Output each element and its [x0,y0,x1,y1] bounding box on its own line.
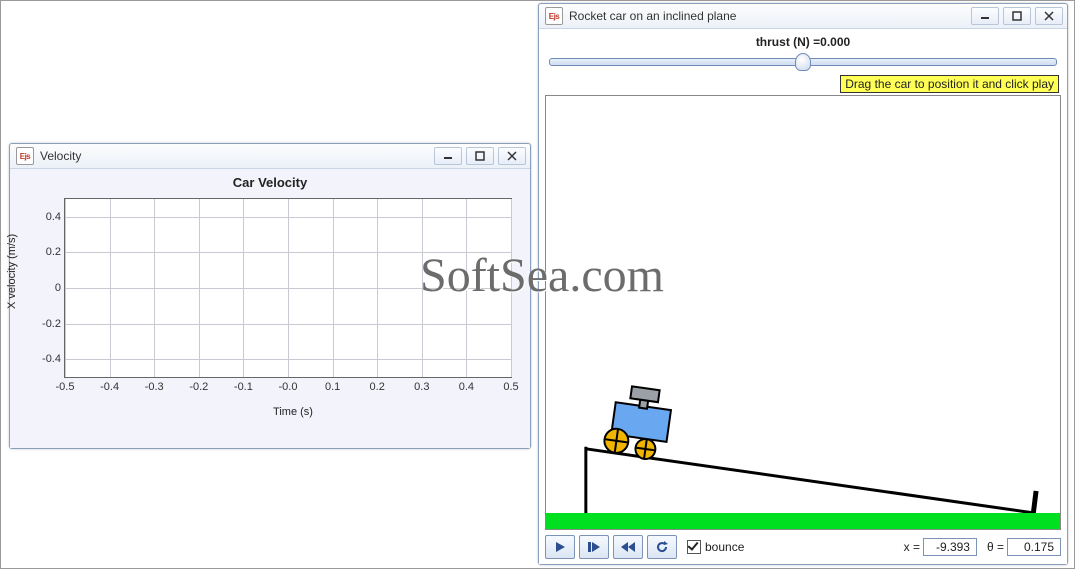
thrust-slider[interactable] [549,51,1057,71]
chart-xtick: 0.3 [414,381,429,393]
theta-readout: θ = 0.175 [987,538,1061,556]
close-button[interactable] [1035,7,1063,25]
rewind-button[interactable] [613,535,643,559]
chart-gridline-v [199,199,200,377]
play-icon [554,541,566,553]
velocity-window: Ejs Velocity X velocity (m/s) Car Veloci… [9,143,531,449]
chart-xlabel: Time (s) [64,406,522,418]
chart-gridline-v [377,199,378,377]
chart-xtick: 0.2 [370,381,385,393]
chart-ytick: -0.4 [31,353,61,365]
chart-gridline-v [333,199,334,377]
play-button[interactable] [545,535,575,559]
chart-ytick: 0.4 [31,211,61,223]
slider-thumb[interactable] [795,53,811,71]
car-thruster-top [630,386,659,402]
chart-xtick: 0.1 [325,381,340,393]
ejs-app-icon: Ejs [545,7,563,25]
chart-xtick: -0.4 [100,381,119,393]
drag-hint-callout: Drag the car to position it and click pl… [840,75,1059,93]
chart-gridline-v [288,199,289,377]
rocket-car[interactable] [603,384,674,462]
chart-xtick: -0.2 [189,381,208,393]
chart-ylabel: X velocity (m/s) [6,233,18,308]
ground-strip [546,513,1060,529]
simulation-svg [546,96,1060,529]
maximize-button[interactable] [466,147,494,165]
chart-gridline-v [466,199,467,377]
bounce-checkbox[interactable] [687,540,701,554]
velocity-title: Velocity [40,149,434,163]
chart-xtick: 0.4 [459,381,474,393]
ejs-app-icon: Ejs [16,147,34,165]
chart-xtick: -0.5 [56,381,75,393]
minimize-icon [980,11,990,21]
bounce-checkbox-wrap[interactable]: bounce [687,540,744,554]
chart-title: Car Velocity [18,175,522,190]
close-icon [1044,11,1054,21]
minimize-button[interactable] [971,7,999,25]
step-icon [587,541,601,553]
x-readout: x = -9.393 [904,538,977,556]
reset-button[interactable] [647,535,677,559]
close-icon [507,151,517,161]
simulation-stage[interactable] [545,95,1061,530]
chart-gridline-v [243,199,244,377]
velocity-chart-panel: X velocity (m/s) Car Velocity -0.4-0.200… [10,169,530,448]
chart-plot-area[interactable]: -0.4-0.200.20.4-0.5-0.4-0.3-0.2-0.1-0.00… [64,198,512,378]
right-stopper [1033,491,1036,515]
chart-ytick: 0.2 [31,246,61,258]
chart-gridline-v [422,199,423,377]
incline-ramp [586,449,1034,513]
chart-ytick: -0.2 [31,318,61,330]
theta-value-box[interactable]: 0.175 [1007,538,1061,556]
rocket-titlebar[interactable]: Ejs Rocket car on an inclined plane [539,4,1067,29]
thrust-readout: thrust (N) =0.000 [545,35,1061,49]
chart-gridline-v [65,199,66,377]
x-value-box[interactable]: -9.393 [923,538,977,556]
minimize-icon [443,151,453,161]
chart-gridline-v [110,199,111,377]
chart-xtick: -0.1 [234,381,253,393]
step-button[interactable] [579,535,609,559]
rewind-icon [621,541,635,553]
minimize-button[interactable] [434,147,462,165]
control-bar: bounce x = -9.393 θ = 0.175 [545,534,1061,560]
velocity-titlebar[interactable]: Ejs Velocity [10,144,530,169]
chart-frame: -0.4-0.200.20.4-0.5-0.4-0.3-0.2-0.1-0.00… [64,192,512,402]
bounce-label: bounce [705,540,744,554]
chart-ytick: 0 [31,282,61,294]
maximize-icon [1012,11,1022,21]
rocket-window: Ejs Rocket car on an inclined plane thru… [538,3,1068,565]
chart-xtick: 0.5 [503,381,518,393]
maximize-icon [475,151,485,161]
close-button[interactable] [498,147,526,165]
reset-icon [655,540,669,554]
chart-xtick: -0.0 [279,381,298,393]
chart-gridline-v [511,199,512,377]
chart-gridline-v [154,199,155,377]
chart-xtick: -0.3 [145,381,164,393]
rocket-title: Rocket car on an inclined plane [569,9,971,23]
maximize-button[interactable] [1003,7,1031,25]
